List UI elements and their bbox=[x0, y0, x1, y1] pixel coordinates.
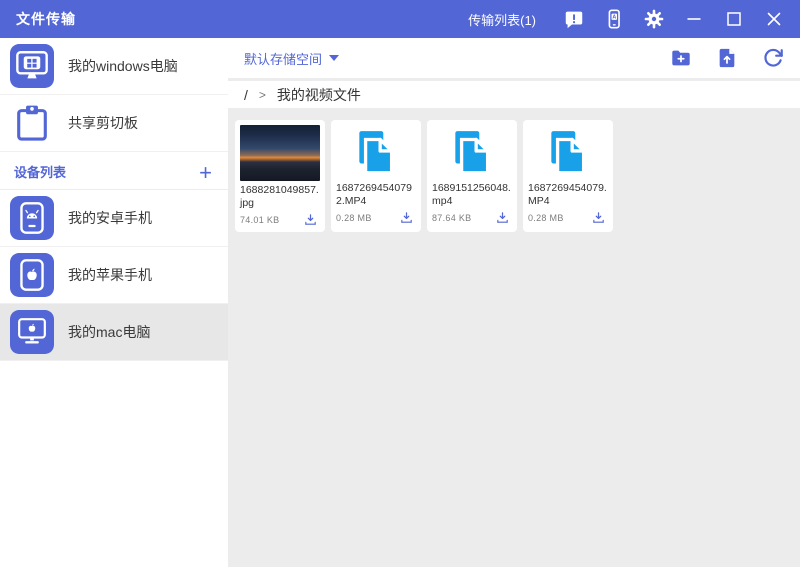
storage-selector[interactable]: 默认存储空间 bbox=[244, 49, 340, 68]
download-icon[interactable] bbox=[591, 210, 606, 225]
sidebar-item-label: 我的安卓手机 bbox=[68, 210, 152, 226]
storage-toolbar: 默认存储空间 bbox=[228, 38, 800, 78]
sidebar: 我的windows电脑 共享剪切板 设备列表 + 我的安卓手机 我的苹果手机 我… bbox=[0, 38, 228, 567]
file-size: 0.28 MB bbox=[336, 212, 372, 223]
sidebar-item-android-phone[interactable]: 我的安卓手机 bbox=[0, 190, 228, 247]
file-size: 74.01 KB bbox=[240, 214, 280, 225]
sidebar-item-label: 我的windows电脑 bbox=[68, 58, 178, 74]
transfer-list-button[interactable]: 传输列表(1) bbox=[468, 10, 536, 29]
mac-computer-icon bbox=[10, 310, 54, 354]
app-window: 文件传输 传输列表(1) A 我的windows电脑 共享剪切板 设备列表 + … bbox=[0, 0, 800, 567]
file-card[interactable]: 1689151256048.mp4 87.64 KB bbox=[427, 120, 517, 232]
video-file-icon bbox=[427, 122, 517, 182]
device-list-title: 设备列表 bbox=[14, 165, 67, 180]
apple-phone-icon bbox=[10, 253, 54, 297]
sidebar-item-mac-computer[interactable]: 我的mac电脑 bbox=[0, 304, 228, 361]
download-icon[interactable] bbox=[303, 212, 318, 227]
minimize-button[interactable] bbox=[674, 0, 714, 38]
clipboard-icon bbox=[10, 101, 54, 145]
image-thumbnail bbox=[240, 125, 320, 181]
toolbar-icons bbox=[670, 47, 784, 69]
download-icon[interactable] bbox=[495, 210, 510, 225]
breadcrumb-current: 我的视频文件 bbox=[276, 86, 361, 103]
feedback-bubble-icon[interactable] bbox=[554, 0, 594, 38]
chevron-down-icon bbox=[329, 55, 340, 61]
breadcrumb-root[interactable]: / bbox=[244, 87, 248, 103]
maximize-button[interactable] bbox=[714, 0, 754, 38]
sidebar-item-windows-computer[interactable]: 我的windows电脑 bbox=[0, 38, 228, 95]
add-device-button[interactable]: + bbox=[199, 162, 212, 184]
close-button[interactable] bbox=[754, 0, 794, 38]
download-icon[interactable] bbox=[399, 210, 414, 225]
breadcrumb: / > 我的视频文件 bbox=[228, 81, 800, 108]
file-name: 1689151256048.mp4 bbox=[432, 182, 511, 207]
sidebar-item-apple-phone[interactable]: 我的苹果手机 bbox=[0, 247, 228, 304]
upload-file-icon[interactable] bbox=[716, 47, 738, 69]
file-name: 1687269454079.MP4 bbox=[528, 182, 607, 207]
file-card[interactable]: 1688281049857.jpg 74.01 KB bbox=[235, 120, 325, 232]
settings-gear-icon[interactable] bbox=[634, 0, 674, 38]
file-grid: 1688281049857.jpg 74.01 KB 1687269454079… bbox=[228, 108, 800, 232]
device-list: 我的安卓手机 我的苹果手机 我的mac电脑 bbox=[0, 190, 228, 361]
video-file-icon bbox=[523, 122, 613, 182]
file-size: 0.28 MB bbox=[528, 212, 564, 223]
file-name: 1688281049857.jpg bbox=[240, 184, 319, 209]
main-area: 我的windows电脑 共享剪切板 设备列表 + 我的安卓手机 我的苹果手机 我… bbox=[0, 38, 800, 567]
window-title: 文件传输 bbox=[16, 11, 76, 27]
file-card[interactable]: 1687269454079 2.MP4 0.28 MB bbox=[331, 120, 421, 232]
sidebar-item-label: 共享剪切板 bbox=[68, 115, 138, 131]
phone-screen-icon[interactable]: A bbox=[594, 0, 634, 38]
titlebar: 文件传输 传输列表(1) A bbox=[0, 0, 800, 38]
breadcrumb-separator: > bbox=[258, 87, 266, 102]
sidebar-item-label: 我的mac电脑 bbox=[68, 324, 151, 340]
file-size: 87.64 KB bbox=[432, 212, 472, 223]
video-file-icon bbox=[331, 122, 421, 182]
device-list-header: 设备列表 + bbox=[0, 152, 228, 190]
svg-text:A: A bbox=[612, 15, 616, 21]
titlebar-actions: 传输列表(1) A bbox=[468, 0, 794, 38]
new-folder-icon[interactable] bbox=[670, 47, 692, 69]
file-card[interactable]: 1687269454079.MP4 0.28 MB bbox=[523, 120, 613, 232]
sidebar-item-label: 我的苹果手机 bbox=[68, 267, 152, 283]
refresh-icon[interactable] bbox=[762, 47, 784, 69]
storage-selector-label: 默认存储空间 bbox=[244, 51, 323, 67]
android-phone-icon bbox=[10, 196, 54, 240]
content-area: 默认存储空间 / > 我的视频文件 1688281049857.jpg 74.0… bbox=[228, 38, 800, 567]
windows-computer-icon bbox=[10, 44, 54, 88]
file-name: 1687269454079 2.MP4 bbox=[336, 182, 412, 207]
sidebar-item-shared-clipboard[interactable]: 共享剪切板 bbox=[0, 95, 228, 152]
